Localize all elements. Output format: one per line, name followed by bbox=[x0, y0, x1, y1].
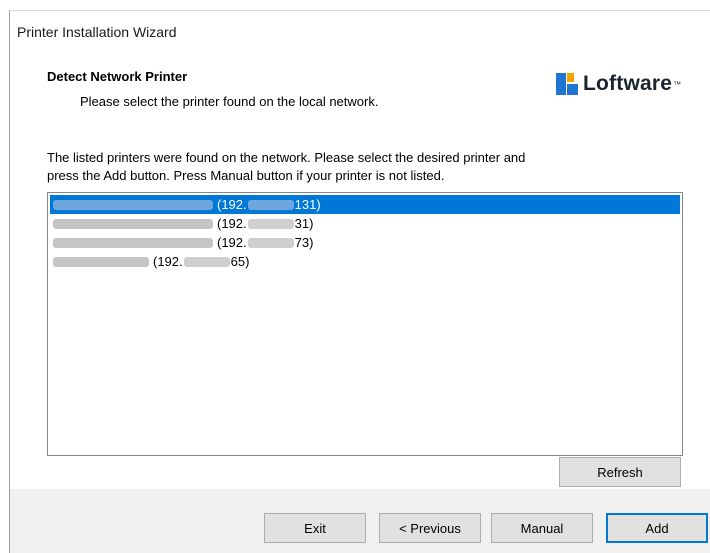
printer-address-suffix: 65) bbox=[230, 254, 250, 269]
redacted-address bbox=[247, 218, 294, 229]
page-subtitle: Please select the printer found on the l… bbox=[80, 94, 379, 109]
refresh-button[interactable]: Refresh bbox=[559, 457, 681, 487]
logo-text: Loftware bbox=[583, 72, 673, 95]
wizard-window: Printer Installation Wizard Detect Netwo… bbox=[9, 10, 710, 553]
previous-button[interactable]: < Previous bbox=[379, 513, 481, 543]
wizard-footer: Exit < Previous Manual Add bbox=[10, 489, 710, 553]
redacted-printer-name bbox=[53, 199, 213, 210]
instructions-text: The listed printers were found on the ne… bbox=[47, 149, 647, 185]
instructions-line-2: press the Add button. Press Manual butto… bbox=[47, 168, 445, 183]
printer-row[interactable]: (192. 131) bbox=[50, 195, 680, 214]
printer-row[interactable]: (192. 65) bbox=[50, 252, 680, 271]
redacted-address bbox=[247, 237, 294, 248]
page-title: Detect Network Printer bbox=[47, 69, 188, 84]
redacted-address bbox=[183, 256, 230, 267]
printer-row[interactable]: (192. 31) bbox=[50, 214, 680, 233]
printer-address-suffix: 73) bbox=[294, 235, 314, 250]
loftware-logo-icon bbox=[556, 73, 578, 95]
printer-row[interactable]: (192. 73) bbox=[50, 233, 680, 252]
printer-address-prefix: (192. bbox=[153, 254, 183, 269]
manual-button[interactable]: Manual bbox=[491, 513, 593, 543]
printer-address-prefix: (192. bbox=[217, 197, 247, 212]
logo-trademark: ™ bbox=[673, 79, 682, 89]
printer-list[interactable]: (192. 131) (192. 31) (192. 73) (192. 65) bbox=[47, 192, 683, 456]
printer-address-prefix: (192. bbox=[217, 235, 247, 250]
instructions-line-1: The listed printers were found on the ne… bbox=[47, 150, 526, 165]
printer-address-suffix: 131) bbox=[294, 197, 321, 212]
printer-address-suffix: 31) bbox=[294, 216, 314, 231]
exit-button[interactable]: Exit bbox=[264, 513, 366, 543]
window-title: Printer Installation Wizard bbox=[17, 24, 177, 40]
redacted-address bbox=[247, 199, 294, 210]
loftware-logo: Loftware ™ bbox=[556, 71, 681, 97]
redacted-printer-name bbox=[53, 256, 149, 267]
redacted-printer-name bbox=[53, 218, 213, 229]
add-button[interactable]: Add bbox=[606, 513, 708, 543]
printer-address-prefix: (192. bbox=[217, 216, 247, 231]
redacted-printer-name bbox=[53, 237, 213, 248]
